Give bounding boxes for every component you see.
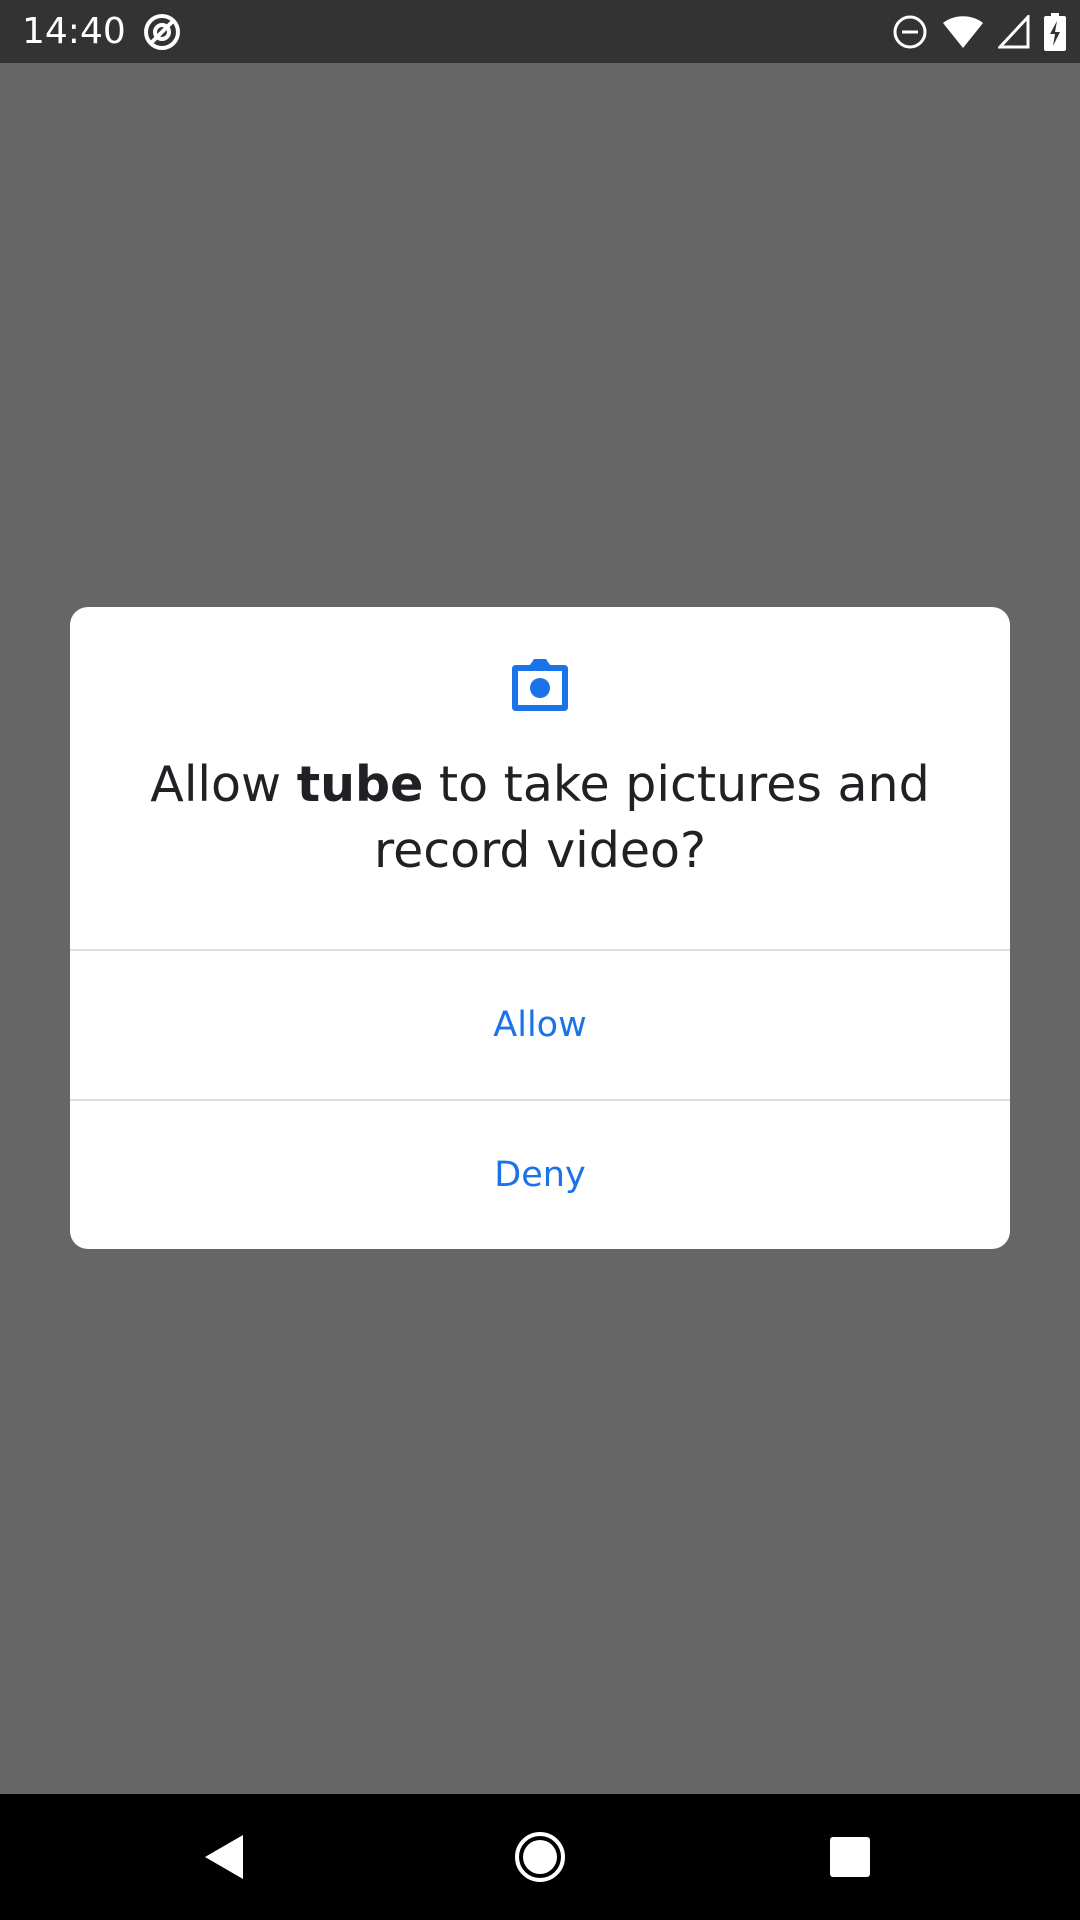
deny-button[interactable]: Deny	[70, 1101, 1010, 1249]
battery-charging-icon	[1044, 13, 1066, 51]
at-sign-icon	[144, 14, 180, 50]
app-name: tube	[296, 756, 424, 813]
message-prefix: Allow	[150, 756, 297, 813]
dialog-header: Allow tube to take pictures and record v…	[70, 607, 1010, 949]
do-not-disturb-icon	[893, 15, 927, 49]
message-suffix: to take pictures and record video?	[374, 756, 930, 879]
status-bar: 14:40	[0, 0, 1080, 63]
home-button[interactable]	[480, 1794, 600, 1920]
cell-signal-icon	[998, 15, 1030, 49]
back-icon	[205, 1835, 243, 1879]
screen: 14:40 Allow tube to take pictures and re…	[0, 0, 1080, 1920]
allow-button[interactable]: Allow	[70, 951, 1010, 1099]
dialog-message: Allow tube to take pictures and record v…	[110, 752, 970, 884]
navigation-bar	[0, 1794, 1080, 1920]
recents-icon	[830, 1837, 870, 1877]
home-icon	[515, 1832, 565, 1882]
wifi-icon	[943, 16, 983, 48]
back-button[interactable]	[165, 1794, 285, 1920]
status-time: 14:40	[22, 11, 126, 52]
permission-dialog: Allow tube to take pictures and record v…	[70, 607, 1010, 1249]
recents-button[interactable]	[790, 1794, 910, 1920]
camera-icon	[512, 659, 568, 711]
status-icons	[878, 10, 1066, 54]
